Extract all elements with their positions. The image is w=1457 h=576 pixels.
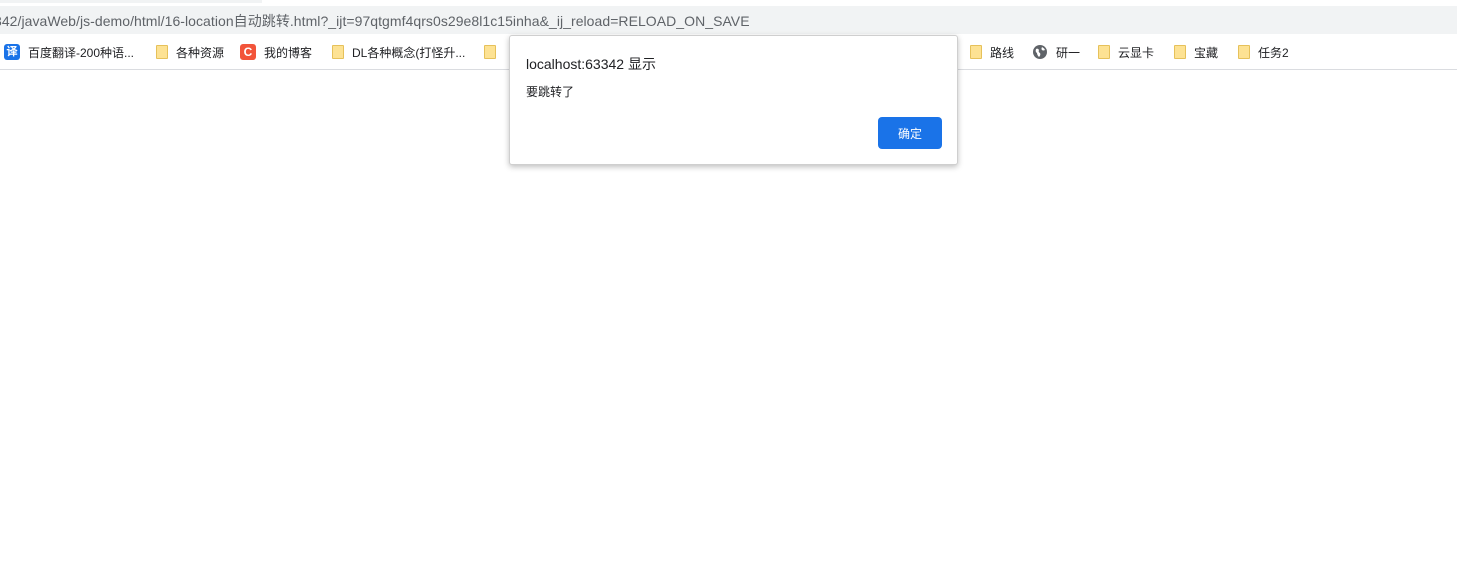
globe-icon	[1032, 44, 1048, 60]
bookmark-task2[interactable]: 任务2	[1236, 43, 1289, 61]
dialog-message: 要跳转了	[526, 85, 575, 99]
bookmark-dl-concepts[interactable]: DL各种概念(打怪升...	[330, 43, 465, 61]
folder-icon	[1098, 45, 1110, 59]
bookmark-label: 路线	[990, 45, 1015, 60]
bookmark-hidden[interactable]	[482, 43, 504, 61]
bookmark-label: 研一	[1056, 45, 1081, 60]
bookmark-label: 云显卡	[1118, 45, 1155, 60]
bookmark-label: 我的博客	[264, 45, 313, 60]
bookmark-yan-yi[interactable]: 研一	[1032, 43, 1080, 61]
bookmark-label: 宝藏	[1194, 45, 1219, 60]
folder-icon	[156, 45, 168, 59]
bookmark-label: 任务2	[1258, 45, 1289, 60]
address-bar[interactable]: 342/javaWeb/js-demo/html/16-location自动跳转…	[0, 6, 1457, 34]
ok-button[interactable]: 确定	[878, 117, 942, 149]
csdn-icon: C	[240, 44, 256, 60]
folder-icon	[1174, 45, 1186, 59]
folder-icon	[1238, 45, 1250, 59]
active-tab-edge[interactable]	[0, 0, 262, 3]
folder-icon	[484, 45, 496, 59]
bookmark-resources[interactable]: 各种资源	[154, 43, 224, 61]
bookmark-my-blog[interactable]: C 我的博客	[240, 43, 312, 61]
alert-dialog: localhost:63342 显示 要跳转了 确定	[509, 35, 958, 165]
bookmark-treasure[interactable]: 宝藏	[1172, 43, 1218, 61]
bookmark-label: DL各种概念(打怪升...	[352, 45, 466, 60]
bookmark-label: 百度翻译-200种语...	[28, 45, 135, 60]
bookmark-baidu-translate[interactable]: 译 百度翻译-200种语...	[4, 43, 134, 61]
folder-icon	[970, 45, 982, 59]
folder-icon	[332, 45, 344, 59]
address-url[interactable]: 342/javaWeb/js-demo/html/16-location自动跳转…	[0, 11, 750, 31]
dialog-title: localhost:63342 显示	[526, 56, 656, 72]
bookmark-cloud-gpu[interactable]: 云显卡	[1096, 43, 1154, 61]
bookmark-route[interactable]: 路线	[968, 43, 1014, 61]
translate-icon: 译	[4, 44, 20, 60]
bookmark-label: 各种资源	[176, 45, 225, 60]
